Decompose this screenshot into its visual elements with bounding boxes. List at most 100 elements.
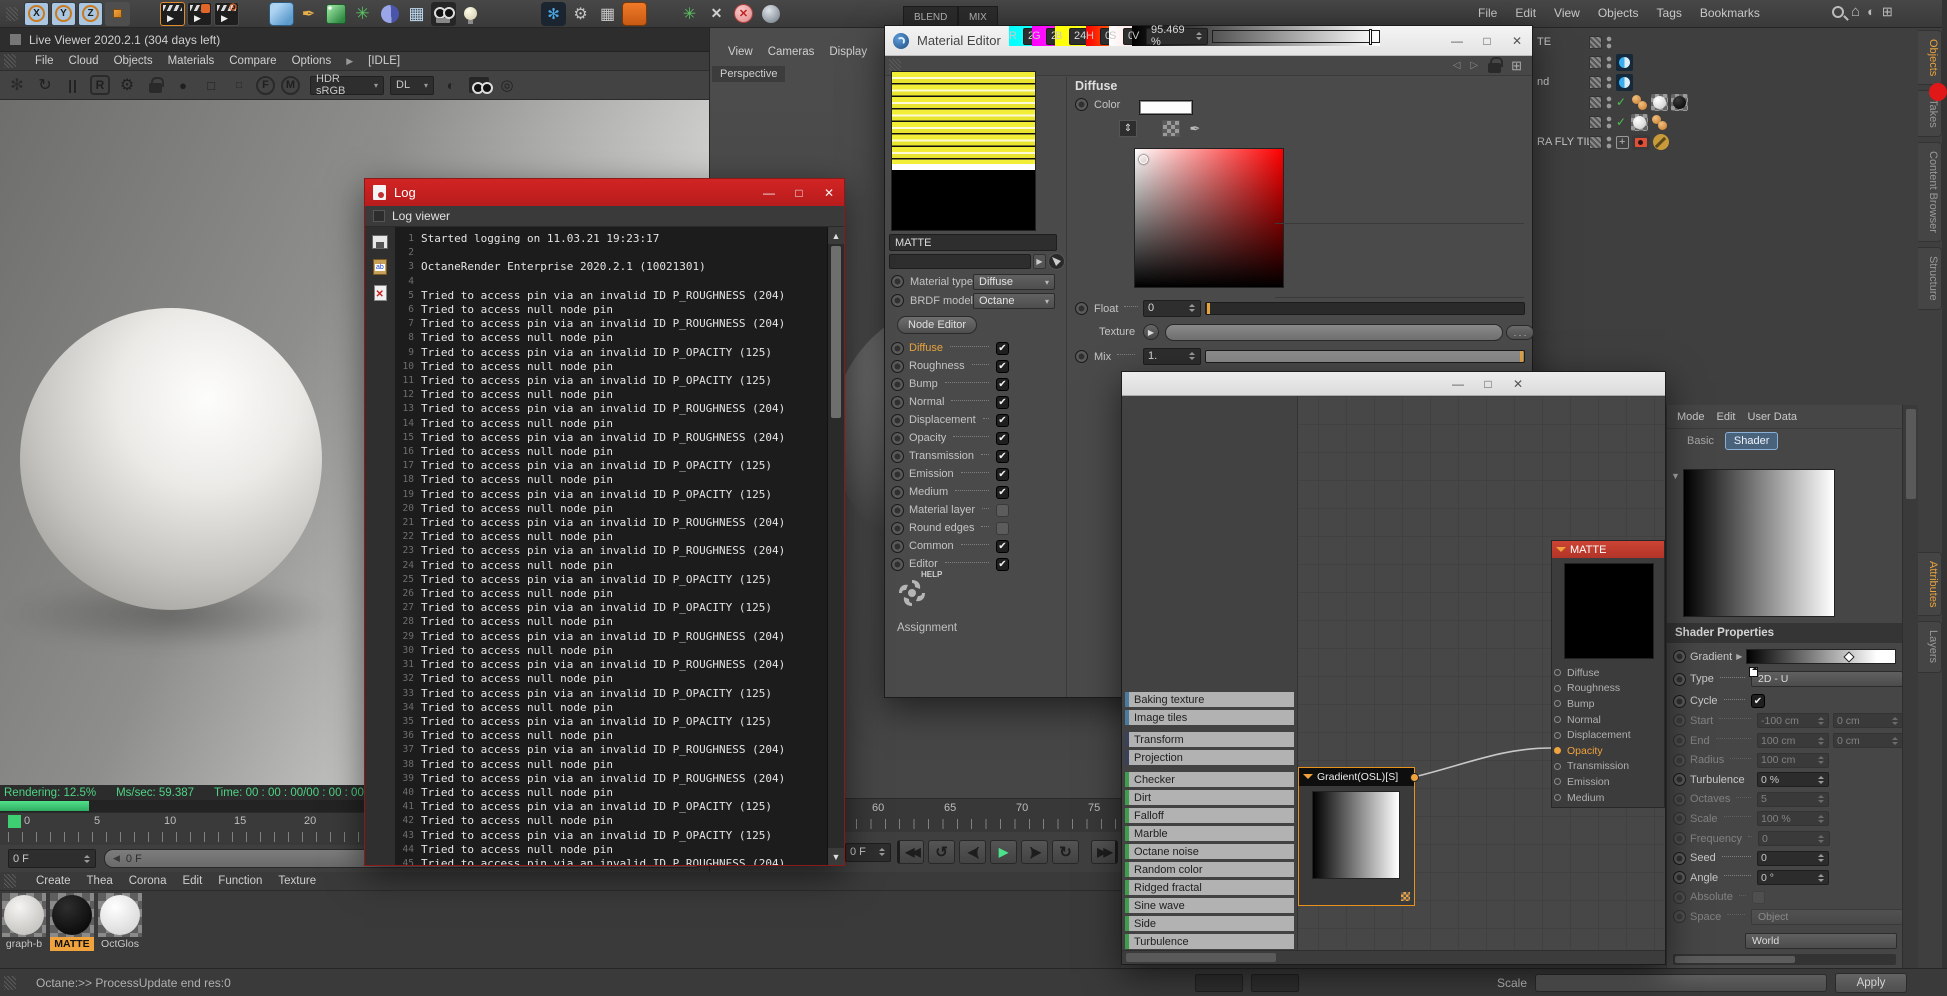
absolute-checkbox[interactable]: [1752, 890, 1765, 904]
gradient-mode-icon[interactable]: ⇕: [1119, 120, 1137, 137]
mix-slider[interactable]: [1205, 349, 1525, 363]
tex-orange-tag-icon[interactable]: [1651, 114, 1668, 131]
material-thumbnail[interactable]: OctGlos: [98, 893, 142, 951]
node-list-item[interactable]: Checker: [1125, 772, 1294, 787]
node-list-item[interactable]: Baking texture: [1125, 692, 1294, 707]
node-collapse-icon[interactable]: [1303, 774, 1313, 784]
channel-radio[interactable]: [891, 449, 904, 463]
material-channel[interactable]: Emission: [891, 465, 1009, 483]
node-input-pin[interactable]: Roughness: [1552, 681, 1664, 697]
pin-circle-icon[interactable]: [1554, 669, 1561, 677]
restart-render-icon[interactable]: ↻: [34, 74, 56, 96]
refresh-materials-icon[interactable]: ✳: [677, 2, 702, 26]
dock-tab[interactable]: Content Browser: [1918, 142, 1942, 242]
material-channel[interactable]: Diffuse: [891, 339, 1009, 357]
type-radio[interactable]: [1673, 672, 1686, 686]
octane-live-viewer-icon[interactable]: [622, 1, 647, 26]
octane-logo-icon[interactable]: ✻: [541, 1, 566, 26]
layer-tag-icon[interactable]: [1589, 135, 1602, 149]
material-preview-image[interactable]: [98, 893, 142, 937]
octane-swirl-icon[interactable]: ✻: [6, 74, 28, 96]
node-input-pin[interactable]: Normal: [1552, 712, 1664, 728]
attributes-hscrollbar[interactable]: [1673, 954, 1896, 965]
copy-log-icon[interactable]: [373, 259, 387, 275]
film-region-icon[interactable]: □: [200, 74, 222, 96]
add-panel-icon[interactable]: ⊞: [1882, 4, 1893, 20]
menu-grip[interactable]: [4, 874, 16, 888]
minimize-button[interactable]: —: [754, 184, 784, 202]
log-viewer-tab[interactable]: Log viewer: [365, 206, 844, 227]
pin-circle-icon[interactable]: [1554, 778, 1561, 786]
octane-help-logo[interactable]: HELP: [895, 570, 955, 614]
tex-blue-tag-icon[interactable]: [1616, 53, 1633, 71]
channel-checkbox[interactable]: [996, 359, 1009, 373]
channel-checkbox[interactable]: [996, 431, 1009, 445]
lock-resolution-icon[interactable]: [144, 74, 166, 96]
collapse-arrow-icon[interactable]: ▼: [1671, 471, 1680, 481]
material-channel[interactable]: Material layer: [891, 501, 1009, 519]
menu-item[interactable]: Options: [292, 55, 332, 67]
scroll-up-icon[interactable]: ▲: [828, 227, 844, 244]
material-channel[interactable]: Roughness: [891, 357, 1009, 375]
pin-circle-icon[interactable]: [1554, 700, 1561, 708]
dock-tab[interactable]: Structure: [1918, 246, 1942, 310]
settings-gear-icon[interactable]: ⚙: [116, 74, 138, 96]
log-titlebar[interactable]: Log — □ ✕: [365, 179, 844, 206]
menu-item[interactable]: File: [1478, 6, 1497, 20]
dots-tag-icon[interactable]: [1605, 74, 1613, 90]
main-frame-field[interactable]: 0 F: [845, 842, 891, 862]
camera-icon[interactable]: [468, 74, 493, 96]
matte-material-node[interactable]: MATTE Diffuse Roughness Bump Normal Disp…: [1551, 540, 1665, 808]
target-tag-icon[interactable]: [1616, 135, 1629, 149]
log-content[interactable]: 1 Started logging on 11.03.21 19:23:17 2…: [395, 227, 827, 865]
gradient-expand-icon[interactable]: ▶: [1736, 652, 1742, 661]
start-radio[interactable]: [1673, 714, 1686, 728]
float-slider[interactable]: [1205, 301, 1525, 315]
node-list-item[interactable]: Random color: [1125, 862, 1294, 877]
pin-circle-icon[interactable]: [1554, 684, 1561, 692]
object-row[interactable]: nd: [1533, 72, 1905, 92]
node-collapse-icon[interactable]: [1556, 546, 1566, 557]
material-type-dropdown[interactable]: Diffuse ▾: [973, 274, 1055, 290]
material-ball-icon[interactable]: [758, 2, 783, 26]
menu-item[interactable]: Edit: [1515, 6, 1536, 20]
node-list-item[interactable]: Projection: [1125, 750, 1294, 765]
x-axis-toggle[interactable]: X: [24, 1, 49, 26]
next-frame-button[interactable]: )▶: [1021, 840, 1048, 864]
maximize-button[interactable]: □: [1473, 375, 1503, 393]
color-radio[interactable]: [1075, 98, 1088, 111]
object-row[interactable]: TE: [1533, 32, 1905, 52]
object-row[interactable]: [1533, 112, 1905, 132]
save-log-icon[interactable]: [372, 235, 388, 249]
node-editor-titlebar[interactable]: — □ ✕: [1122, 372, 1665, 396]
turbulence-field[interactable]: 0 %: [1757, 772, 1829, 788]
nav-back-icon[interactable]: ◁: [1453, 60, 1461, 71]
menu-item[interactable]: File: [35, 55, 54, 67]
type-dropdown[interactable]: 2D - U: [1751, 671, 1903, 688]
object-name[interactable]: nd: [1533, 76, 1589, 88]
node-input-pin[interactable]: Opacity: [1552, 743, 1664, 759]
lock-icon[interactable]: [1488, 56, 1504, 73]
scroll-down-icon[interactable]: ▼: [828, 848, 844, 865]
stop-render-icon[interactable]: ✕: [731, 2, 756, 26]
node-list-item[interactable]: Marble: [1125, 826, 1294, 841]
loop-button[interactable]: ↻: [1052, 840, 1079, 864]
search-icon[interactable]: [1832, 5, 1844, 18]
node-input-pin[interactable]: Medium: [1552, 790, 1664, 806]
turbulence-radio[interactable]: [1673, 773, 1686, 787]
seed-field[interactable]: 0: [1757, 850, 1829, 866]
material-preview-image[interactable]: [50, 893, 94, 937]
render-picture-viewer-icon[interactable]: [187, 1, 212, 26]
viewport-camera-label[interactable]: Perspective: [712, 66, 786, 82]
log-scrollbar[interactable]: ▲ ▼: [827, 227, 844, 865]
render-view-icon[interactable]: [160, 1, 185, 26]
octaves-radio[interactable]: [1673, 792, 1686, 806]
object-name[interactable]: TE: [1533, 36, 1589, 48]
scale-radio[interactable]: [1673, 812, 1686, 826]
channel-radio[interactable]: [891, 485, 904, 499]
compare-icon[interactable]: ◐: [440, 74, 462, 96]
radius-radio[interactable]: [1673, 753, 1686, 767]
channel-checkbox[interactable]: [996, 503, 1009, 517]
status-field-1[interactable]: [1194, 973, 1243, 992]
menu-item[interactable]: Texture: [278, 875, 316, 887]
